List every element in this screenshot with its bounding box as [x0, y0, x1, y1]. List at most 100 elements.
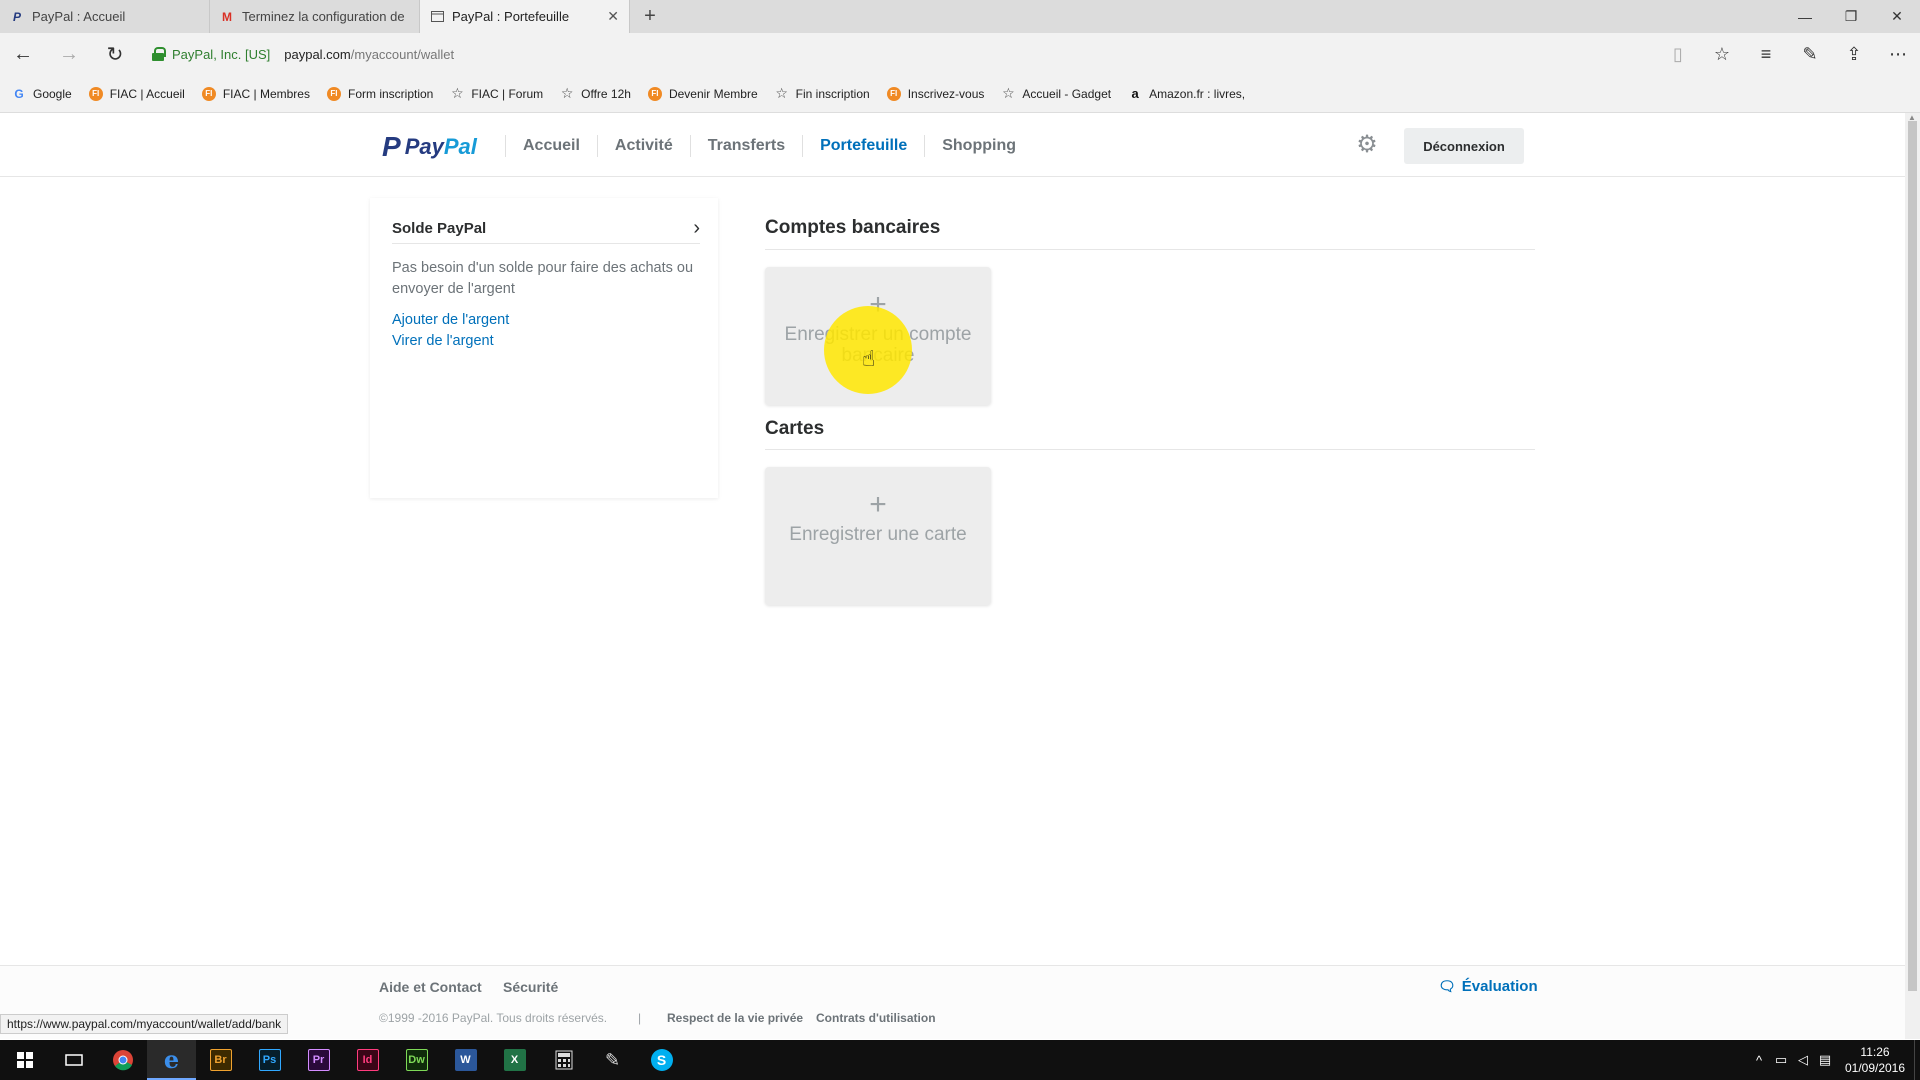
photoshop-icon[interactable]: Ps: [245, 1040, 294, 1080]
terms-link[interactable]: Contrats d'utilisation: [816, 1011, 936, 1025]
nav-accueil[interactable]: Accueil: [505, 135, 597, 157]
skype-icon[interactable]: S: [637, 1040, 686, 1080]
favorite-item[interactable]: ☆ Accueil - Gadget: [1001, 85, 1111, 101]
favorite-star-icon[interactable]: ☆: [1700, 44, 1744, 65]
add-money-link[interactable]: Ajouter de l'argent: [392, 312, 509, 328]
minimize-icon[interactable]: —: [1782, 0, 1828, 33]
premiere-badge: Pr: [307, 1049, 330, 1071]
fiac-icon: FI: [886, 86, 901, 101]
certificate-label[interactable]: PayPal, Inc. [US]: [172, 47, 270, 62]
more-icon[interactable]: ⋯: [1876, 44, 1920, 65]
divider: [765, 249, 1535, 250]
feedback-icon: 🗨: [1438, 978, 1456, 994]
show-desktop[interactable]: [1914, 1040, 1920, 1080]
calculator-icon[interactable]: [539, 1040, 588, 1080]
hub-icon[interactable]: ≡: [1744, 44, 1788, 65]
tab-gmail[interactable]: M Terminez la configuration de: [210, 0, 420, 33]
amazon-icon: a: [1131, 86, 1139, 101]
restore-icon[interactable]: ❐: [1828, 0, 1874, 33]
premiere-icon[interactable]: Pr: [294, 1040, 343, 1080]
nav-portefeuille[interactable]: Portefeuille: [802, 135, 924, 157]
network-icon[interactable]: ▭: [1770, 1052, 1792, 1068]
address-bar: ← → ↻ PayPal, Inc. [US] paypal.com/myacc…: [0, 33, 1920, 75]
share-icon[interactable]: ⇪: [1832, 44, 1876, 65]
indesign-icon[interactable]: Id: [343, 1040, 392, 1080]
action-center-icon[interactable]: ▤: [1814, 1052, 1836, 1068]
bridge-badge: Br: [209, 1049, 232, 1071]
url-path: /myaccount/wallet: [350, 46, 455, 62]
favorite-item[interactable]: ☆ Offre 12h: [560, 85, 631, 101]
logout-button[interactable]: Déconnexion: [1404, 128, 1524, 164]
add-card-button[interactable]: + Enregistrer une carte: [765, 467, 991, 605]
close-tab-icon[interactable]: ✕: [607, 8, 619, 25]
logo-pay: Pay: [404, 134, 444, 159]
reading-view-icon[interactable]: ▯: [1656, 44, 1700, 65]
favorite-item[interactable]: FI FIAC | Membres: [201, 86, 310, 101]
balance-header[interactable]: Solde PayPal ›: [392, 214, 700, 244]
photoshop-badge: Ps: [258, 1049, 281, 1071]
favorite-label: FIAC | Accueil: [109, 86, 185, 101]
tab-label: Terminez la configuration de: [242, 9, 405, 24]
favorite-item[interactable]: ☆ FIAC | Forum: [450, 85, 544, 101]
page-scrollbar[interactable]: ▲: [1905, 113, 1920, 1039]
tab-label: PayPal : Accueil: [32, 9, 126, 24]
nav-activite[interactable]: Activité: [596, 135, 690, 157]
withdraw-money-link[interactable]: Virer de l'argent: [392, 333, 494, 349]
edge-icon[interactable]: e: [147, 1040, 196, 1080]
star-icon: ☆: [560, 85, 574, 101]
favorite-item[interactable]: FI Form inscription: [326, 86, 433, 101]
back-icon[interactable]: ←: [0, 33, 46, 75]
word-icon[interactable]: W: [441, 1040, 490, 1080]
tab-paypal-accueil[interactable]: P PayPal : Accueil: [0, 0, 210, 33]
help-contact-link[interactable]: Aide et Contact: [379, 979, 482, 995]
volume-icon[interactable]: ◁: [1792, 1052, 1814, 1068]
dreamweaver-icon[interactable]: Dw: [392, 1040, 441, 1080]
chrome-icon[interactable]: [98, 1040, 147, 1080]
window-controls: — ❐ ✕: [1782, 0, 1920, 33]
nav-transferts[interactable]: Transferts: [689, 135, 802, 157]
cards-title: Cartes: [765, 418, 825, 439]
favorite-item[interactable]: G Google: [12, 86, 72, 101]
nav-shopping[interactable]: Shopping: [924, 135, 1033, 157]
balance-card: Solde PayPal › Pas besoin d'un solde pou…: [370, 198, 718, 498]
favorite-item[interactable]: ☆ Fin inscription: [775, 85, 869, 101]
favorite-label: Offre 12h: [581, 86, 631, 101]
forward-icon[interactable]: →: [46, 33, 92, 75]
star-icon: ☆: [1002, 85, 1015, 101]
url-field[interactable]: paypal.com/myaccount/wallet: [284, 47, 454, 62]
favorite-item[interactable]: FI Devenir Membre: [647, 86, 758, 101]
copyright-text: ©1999 -2016 PayPal. Tous droits réservés…: [379, 1011, 608, 1025]
favorite-label: Inscrivez-vous: [907, 86, 985, 101]
tab-paypal-portefeuille[interactable]: PayPal : Portefeuille ✕: [420, 0, 630, 33]
fiac-icon: FI: [326, 86, 341, 101]
favorite-item[interactable]: a Amazon.fr : livres,: [1128, 86, 1246, 101]
paypal-logo[interactable]: P PayPal: [382, 133, 477, 161]
clock-date: 01/09/2016: [1844, 1061, 1906, 1075]
hand-cursor-icon: ☝: [862, 346, 876, 371]
gear-icon[interactable]: ⚙: [1355, 133, 1379, 157]
favorite-label: Google: [33, 86, 72, 101]
feedback-link[interactable]: 🗨 Évaluation: [1438, 978, 1538, 995]
paint-icon[interactable]: ✎: [588, 1040, 637, 1080]
favorite-label: FIAC | Forum: [471, 86, 544, 101]
plus-icon: +: [869, 488, 887, 521]
favorite-item[interactable]: FI Inscrivez-vous: [886, 86, 985, 101]
favorite-item[interactable]: FI FIAC | Accueil: [88, 86, 185, 101]
windows-start-icon[interactable]: [0, 1040, 49, 1080]
chevron-up-icon[interactable]: ^: [1748, 1053, 1770, 1068]
security-link[interactable]: Sécurité: [503, 979, 558, 995]
favorite-label: Amazon.fr : livres,: [1149, 86, 1246, 101]
refresh-icon[interactable]: ↻: [92, 33, 138, 75]
task-view-icon[interactable]: [49, 1040, 98, 1080]
excel-icon[interactable]: X: [490, 1040, 539, 1080]
bridge-icon[interactable]: Br: [196, 1040, 245, 1080]
page-icon: [430, 10, 444, 24]
chevron-right-icon[interactable]: ›: [693, 217, 700, 240]
paypal-page: P PayPal Accueil Activité Transferts Por…: [0, 113, 1905, 1039]
web-note-icon[interactable]: ✎: [1788, 44, 1832, 65]
close-window-icon[interactable]: ✕: [1874, 0, 1920, 33]
new-tab-icon[interactable]: +: [630, 0, 670, 33]
scrollbar-thumb[interactable]: [1908, 121, 1917, 991]
clock[interactable]: 11:26 01/09/2016: [1836, 1044, 1914, 1076]
privacy-link[interactable]: Respect de la vie privée: [667, 1011, 803, 1025]
